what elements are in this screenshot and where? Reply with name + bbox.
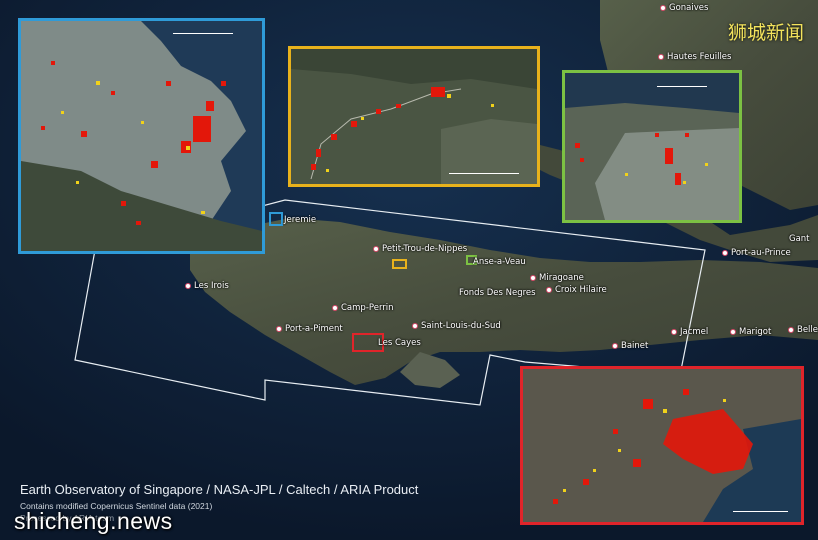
city-petit-trou: Petit-Trou-de-Nippes bbox=[373, 244, 467, 254]
city-marker-icon bbox=[671, 329, 677, 335]
watermark-chinese: 狮城新闻 bbox=[727, 22, 804, 44]
city-les-cayes: Les Cayes bbox=[378, 338, 421, 348]
scale-bar-icon bbox=[449, 173, 519, 174]
city-marker-icon bbox=[612, 343, 618, 349]
city-marker-icon bbox=[373, 246, 379, 252]
inset-petit-trou-image bbox=[291, 49, 537, 184]
city-marker-icon bbox=[412, 323, 418, 329]
scale-bar-icon bbox=[657, 86, 707, 87]
city-marker-icon bbox=[788, 327, 794, 333]
inset-petit-trou bbox=[288, 46, 540, 187]
city-marker-icon bbox=[730, 329, 736, 335]
city-marker-icon bbox=[722, 250, 728, 256]
city-gonaives: Gonaives bbox=[660, 3, 708, 13]
city-les-irois: Les Irois bbox=[185, 281, 229, 291]
city-marker-icon bbox=[658, 54, 664, 60]
credit-line: Earth Observatory of Singapore / NASA-JP… bbox=[20, 482, 419, 497]
watermark-english: shicheng.news bbox=[14, 508, 173, 534]
city-port-a-piment: Port-a-Piment bbox=[276, 324, 343, 334]
city-marker-icon bbox=[660, 5, 666, 11]
city-marker-icon bbox=[530, 275, 536, 281]
inset-les-cayes-image bbox=[523, 369, 801, 522]
city-jacmel: Jacmel bbox=[671, 327, 708, 337]
city-marker-icon bbox=[185, 283, 191, 289]
inset-les-cayes bbox=[520, 366, 804, 525]
inset-anse-a-veau bbox=[562, 70, 742, 223]
city-belle: Belle bbox=[788, 325, 818, 335]
city-marigot: Marigot bbox=[730, 327, 771, 337]
city-port-au-prince: Port-au-Prince bbox=[722, 248, 791, 258]
damage-proxy-map: Gonaives Hautes Feuilles Jeremie Petit-T… bbox=[0, 0, 818, 540]
city-gant: Gant bbox=[789, 234, 810, 244]
city-fonds-des-negres: Fonds Des Negres bbox=[459, 288, 536, 298]
city-marker-icon bbox=[546, 287, 552, 293]
city-miragoane: Miragoane bbox=[530, 273, 584, 283]
scale-bar-icon bbox=[173, 33, 233, 34]
scale-bar-icon bbox=[733, 511, 788, 512]
inset-jeremie bbox=[18, 18, 265, 254]
city-anse-a-veau: Anse-a-Veau bbox=[473, 257, 526, 267]
city-saint-louis: Saint-Louis-du-Sud bbox=[412, 321, 501, 331]
city-marker-icon bbox=[276, 326, 282, 332]
city-hautes-feuilles: Hautes Feuilles bbox=[658, 52, 731, 62]
city-jeremie: Jeremie bbox=[284, 215, 317, 225]
city-marker-icon bbox=[332, 305, 338, 311]
inset-anse-a-veau-image bbox=[565, 73, 739, 220]
city-bainet: Bainet bbox=[612, 341, 648, 351]
city-camp-perrin: Camp-Perrin bbox=[332, 303, 394, 313]
city-croix-hilaire: Croix Hilaire bbox=[546, 285, 607, 295]
inset-jeremie-image bbox=[21, 21, 262, 251]
